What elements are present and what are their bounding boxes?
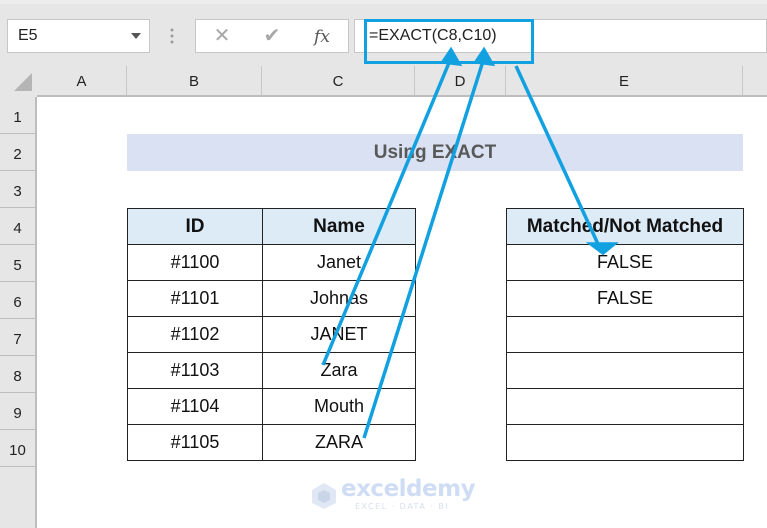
result-cell[interactable]: [506, 316, 744, 353]
result-cell[interactable]: [506, 352, 744, 389]
column-header-c[interactable]: C: [262, 66, 415, 95]
row-header-3[interactable]: 3: [0, 171, 37, 208]
name-cell[interactable]: ZARA: [262, 424, 416, 461]
x-icon: ✕: [213, 25, 231, 47]
row-header-4[interactable]: 4: [0, 208, 37, 245]
header-matched[interactable]: Matched/Not Matched: [506, 208, 744, 245]
result-cell[interactable]: [506, 388, 744, 425]
formula-highlight-box: [364, 19, 534, 64]
select-all-icon: [14, 73, 32, 91]
table-row: [506, 388, 744, 425]
select-all-button[interactable]: [0, 66, 37, 97]
result-table: Matched/Not Matched FALSE FALSE: [506, 208, 744, 461]
table-row: FALSE: [506, 244, 744, 281]
table-row: [506, 424, 744, 461]
insert-function-button[interactable]: fx: [302, 20, 342, 52]
result-cell[interactable]: [506, 424, 744, 461]
id-cell[interactable]: #1103: [127, 352, 263, 389]
id-cell[interactable]: #1104: [127, 388, 263, 425]
column-header-b[interactable]: B: [127, 66, 262, 95]
header-name[interactable]: Name: [262, 208, 416, 245]
table-row: #1100 Janet: [127, 244, 416, 281]
table-row: #1105 ZARA: [127, 424, 416, 461]
table-row: #1101 Johnas: [127, 280, 416, 317]
drag-grip-icon[interactable]: [170, 27, 174, 45]
sheet-title[interactable]: Using EXACT: [127, 134, 743, 171]
name-cell[interactable]: Johnas: [262, 280, 416, 317]
result-cell[interactable]: FALSE: [506, 280, 744, 317]
table-row: #1102 JANET: [127, 316, 416, 353]
watermark: exceldemy EXCEL · DATA · BI: [311, 476, 476, 514]
ribbon-edge: [0, 0, 767, 4]
name-cell[interactable]: Mouth: [262, 388, 416, 425]
watermark-tagline: EXCEL · DATA · BI: [355, 502, 450, 511]
column-header-a[interactable]: A: [37, 66, 127, 95]
id-cell[interactable]: #1101: [127, 280, 263, 317]
row-header-6[interactable]: 6: [0, 282, 37, 319]
header-id[interactable]: ID: [127, 208, 263, 245]
enter-button[interactable]: ✔: [252, 20, 292, 52]
id-name-table: ID Name #1100 Janet #1101 Johnas #1102 J…: [127, 208, 416, 461]
result-cell[interactable]: FALSE: [506, 244, 744, 281]
row-header-10[interactable]: 10: [0, 430, 37, 467]
name-cell[interactable]: Janet: [262, 244, 416, 281]
watermark-brand: exceldemy: [341, 476, 476, 502]
table-header-row: Matched/Not Matched: [506, 208, 744, 245]
table-row: [506, 316, 744, 353]
id-cell[interactable]: #1105: [127, 424, 263, 461]
row-header-filler: [0, 467, 37, 528]
chevron-down-icon[interactable]: [131, 33, 141, 39]
row-header-5[interactable]: 5: [0, 245, 37, 282]
column-header-e[interactable]: E: [506, 66, 743, 95]
row-header-2[interactable]: 2: [0, 134, 37, 171]
row-header-8[interactable]: 8: [0, 356, 37, 393]
id-cell[interactable]: #1102: [127, 316, 263, 353]
function-icon: fx: [314, 27, 330, 47]
table-header-row: ID Name: [127, 208, 416, 245]
column-header-d[interactable]: D: [415, 66, 506, 95]
row-header-1[interactable]: 1: [0, 97, 37, 134]
name-box[interactable]: E5: [7, 19, 150, 53]
table-row: #1104 Mouth: [127, 388, 416, 425]
table-row: FALSE: [506, 280, 744, 317]
name-box-value: E5: [18, 27, 38, 44]
check-icon: ✔: [263, 25, 281, 47]
formula-buttons: ✕ ✔ fx: [195, 19, 349, 53]
cancel-button[interactable]: ✕: [202, 20, 242, 52]
row-header-7[interactable]: 7: [0, 319, 37, 356]
id-cell[interactable]: #1100: [127, 244, 263, 281]
exceldemy-logo-icon: [312, 483, 336, 509]
name-cell[interactable]: JANET: [262, 316, 416, 353]
name-cell[interactable]: Zara: [262, 352, 416, 389]
row-header-9[interactable]: 9: [0, 393, 37, 430]
table-row: [506, 352, 744, 389]
table-row: #1103 Zara: [127, 352, 416, 389]
